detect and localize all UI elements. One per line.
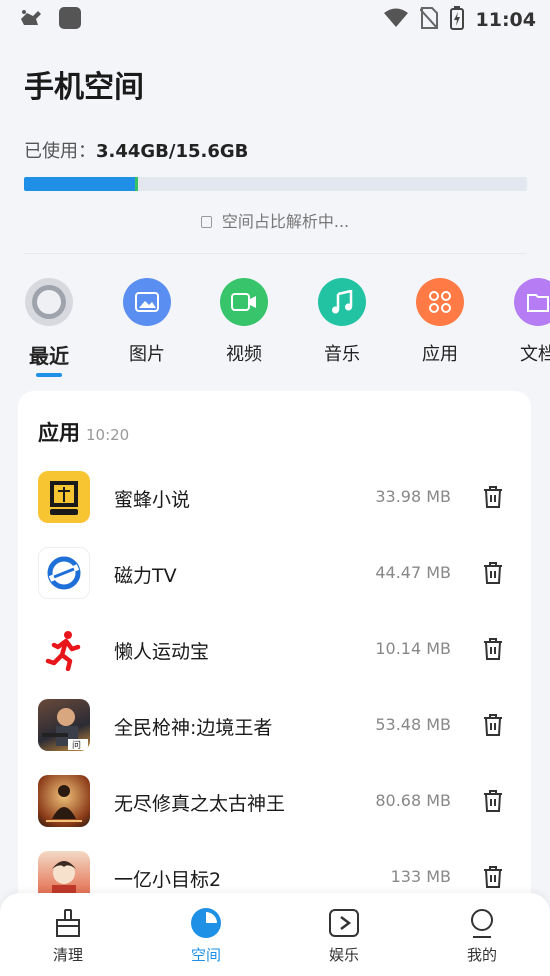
app-size: 33.98 MB [375, 487, 451, 506]
tab-documents-label: 文档 [520, 344, 550, 365]
profile-icon [465, 907, 499, 939]
trash-icon[interactable] [481, 483, 505, 511]
storage-usage-fill [24, 177, 138, 191]
nav-entertainment[interactable]: 娱乐 [304, 907, 384, 965]
active-tab-indicator [36, 373, 62, 377]
trash-icon[interactable] [481, 559, 505, 587]
nav-clean[interactable]: 清理 [28, 907, 108, 965]
app-name: 无尽修真之太古神王 [114, 793, 286, 815]
app-name: 蜜蜂小说 [114, 489, 191, 511]
trash-icon[interactable] [481, 711, 505, 739]
app-size: 53.48 MB [375, 715, 451, 734]
card-header: 应用 10:20 [38, 417, 129, 447]
tab-apps-label: 应用 [422, 344, 458, 365]
app-name: 一亿小目标2 [114, 869, 222, 891]
storage-usage-bar [24, 177, 527, 191]
image-icon [123, 278, 171, 326]
usage-total: /15.6GB [168, 141, 249, 162]
analyzing-text: 空间占比解析中... [221, 212, 350, 231]
list-item[interactable]: 问 全民枪神:边境王者 53.48 MB [18, 699, 531, 775]
tab-documents[interactable]: 文档 [498, 278, 550, 366]
no-sim-icon [418, 7, 439, 33]
bottom-nav: 清理 空间 娱乐 我的 [0, 893, 550, 976]
apps-icon [416, 278, 464, 326]
tab-apps[interactable]: 应用 [400, 278, 480, 366]
app-square-icon [58, 6, 82, 34]
play-icon [327, 907, 361, 939]
nav-profile[interactable]: 我的 [442, 907, 522, 965]
tab-images[interactable]: 图片 [107, 278, 187, 366]
wifi-icon [383, 8, 408, 32]
svg-text:问: 问 [72, 739, 81, 751]
category-tabs: 最近 图片 视频 音乐 应用 文档 [0, 278, 550, 378]
magnet-tv-icon [38, 547, 90, 599]
recent-icon [25, 278, 73, 326]
nav-profile-label: 我的 [466, 946, 497, 964]
app-size: 44.47 MB [375, 563, 451, 582]
trash-icon[interactable] [481, 635, 505, 663]
tab-music-label: 音乐 [324, 344, 360, 365]
tab-recent[interactable]: 最近 [9, 278, 89, 369]
tab-videos-label: 视频 [226, 344, 262, 365]
usage-used: 3.44GB [96, 141, 169, 162]
app-size: 10.14 MB [375, 639, 451, 658]
trash-icon[interactable] [481, 787, 505, 815]
status-time: 11:04 [475, 9, 536, 31]
app-size: 80.68 MB [375, 791, 451, 810]
tab-music[interactable]: 音乐 [302, 278, 382, 366]
usage-label: 已使用： [24, 141, 96, 162]
list-item[interactable]: 蜜蜂小说 33.98 MB [18, 471, 531, 547]
nav-clean-label: 清理 [52, 946, 83, 964]
list-item[interactable]: 懒人运动宝 10.14 MB [18, 623, 531, 699]
list-item[interactable]: 磁力TV 44.47 MB [18, 547, 531, 623]
divider [24, 253, 526, 254]
battery-charging-icon [449, 6, 464, 34]
gun-game-icon: 问 [38, 699, 90, 751]
document-small-icon [200, 216, 212, 228]
bee-novel-icon [38, 471, 90, 523]
xiuzhen-game-icon [38, 775, 90, 827]
app-name: 懒人运动宝 [114, 641, 210, 663]
tab-recent-label: 最近 [29, 344, 69, 368]
card-time: 10:20 [86, 426, 130, 444]
tab-images-label: 图片 [129, 344, 165, 365]
runner-icon [38, 623, 90, 675]
clean-icon [51, 907, 85, 939]
storage-usage-text: 已使用：3.44GB/15.6GB [24, 137, 248, 163]
nav-space-label: 空间 [190, 946, 221, 964]
tab-videos[interactable]: 视频 [204, 278, 284, 366]
app-name: 磁力TV [114, 565, 177, 587]
space-pie-icon [189, 907, 223, 939]
drone-icon [18, 7, 44, 33]
analyzing-status: 空间占比解析中... [0, 208, 550, 232]
music-icon [318, 278, 366, 326]
page-title: 手机空间 [24, 70, 144, 105]
video-icon [220, 278, 268, 326]
document-icon [514, 278, 550, 326]
recent-apps-card: 应用 10:20 蜜蜂小说 33.98 MB 磁力TV 44.47 MB 懒人运动… [18, 391, 531, 951]
trash-icon[interactable] [481, 863, 505, 891]
app-size: 133 MB [390, 867, 451, 886]
nav-entertainment-label: 娱乐 [328, 946, 359, 964]
nav-space[interactable]: 空间 [166, 907, 246, 965]
list-item[interactable]: 无尽修真之太古神王 80.68 MB [18, 775, 531, 851]
app-name: 全民枪神:边境王者 [114, 717, 273, 739]
status-bar: 11:04 [0, 0, 550, 40]
card-title: 应用 [38, 421, 80, 445]
